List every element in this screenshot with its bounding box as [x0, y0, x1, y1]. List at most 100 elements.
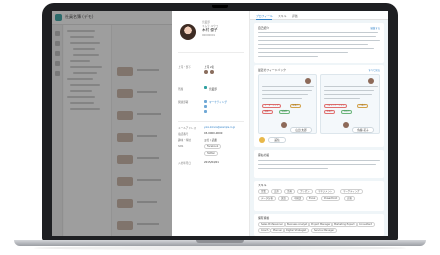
feedback-title: 最近のフィードバック	[258, 68, 286, 72]
field-label-joined: 入社年月日	[178, 162, 191, 165]
field-label-dept: 所属	[178, 88, 184, 91]
text-line	[258, 48, 374, 50]
modal-overlay[interactable]	[52, 11, 172, 236]
laptop-screen: 社員名簿 (デモ) 営業部 キムラ ユウコ 木村 優子 00000001 上司・…	[52, 11, 388, 236]
skill-tag[interactable]: 広報	[344, 196, 355, 201]
feedback-section: 最近のフィードバック すべて見る リーダーシップ 提案力 傾聴力 協調性 山田	[254, 65, 384, 147]
text-line	[258, 56, 318, 58]
feedback-user-avatar	[281, 122, 287, 128]
feedback-card[interactable]: リーダーシップ 提案力 傾聴力 協調性 山田 太郎	[258, 74, 317, 134]
text-line	[258, 36, 376, 38]
intro-title: 自己紹介	[258, 26, 270, 30]
feedback-chip: 分析力	[341, 110, 353, 114]
qualification-tag[interactable]: Marketing Expert	[331, 222, 358, 227]
skill-tag[interactable]: 交渉	[271, 189, 282, 194]
intro-edit-link[interactable]: 編集する	[370, 26, 380, 30]
qualification-tag[interactable]: Digital Strategist	[283, 228, 310, 233]
profile-employee-no: 00000001	[202, 34, 216, 37]
department-icon	[204, 86, 207, 89]
text-line	[324, 98, 360, 100]
facebook-button[interactable]: Facebook	[204, 144, 222, 149]
text-line	[324, 94, 372, 96]
skills-title: スキル	[258, 183, 267, 187]
feedback-user-avatar	[343, 122, 349, 128]
skill-tag[interactable]: データ分析	[258, 196, 276, 201]
active-tab-indicator	[256, 19, 272, 20]
feedback-chip: コミュニケーション	[324, 104, 347, 108]
camera-notch	[212, 5, 228, 8]
text-line	[258, 44, 368, 46]
divider	[178, 52, 244, 53]
skill-tag[interactable]: 中国語	[291, 196, 305, 201]
intro-section: 自己紹介 編集する	[254, 23, 384, 63]
feedback-card[interactable]: コミュニケーション 行動力 企画力 分析力 佐藤 花子	[320, 74, 380, 134]
feedback-user-name: 山田 太郎	[290, 127, 312, 133]
field-label-sns: SNS	[178, 145, 184, 148]
field-value-dept: 営業部	[209, 88, 217, 91]
feedback-see-all-link[interactable]: すべて見る	[368, 68, 380, 72]
text-line	[258, 160, 380, 162]
qualification-tag[interactable]: Consultant	[356, 222, 375, 227]
detail-tabs: プロフィール スキル 評価	[250, 11, 388, 20]
field-value-boss: 上司 2名	[204, 66, 215, 69]
qualification-tag[interactable]: Business Analyst	[284, 222, 311, 227]
text-line	[258, 168, 328, 170]
profile-panel: 営業部 キムラ ユウコ 木村 優子 00000001 上司・部下 上司 2名 所…	[172, 11, 250, 236]
tab-profile[interactable]: プロフィール	[256, 14, 273, 18]
field-label-phone: 電話番号	[178, 133, 189, 136]
tab-skill[interactable]: スキル	[278, 14, 286, 18]
reply-button[interactable]: 返信	[268, 137, 286, 143]
field-value-hobby: ヨガ / 読書	[204, 139, 217, 142]
qualification-tag[interactable]: Sales Professional	[258, 222, 286, 227]
skill-tag[interactable]: マネジメント	[315, 189, 336, 194]
text-line	[262, 86, 314, 88]
feedback-author-avatar	[305, 78, 311, 84]
motto-title: 座右の銘	[258, 153, 270, 157]
profile-avatar	[180, 24, 196, 40]
field-label-boss: 上司・部下	[178, 66, 191, 69]
laptop-base-notch	[196, 240, 244, 243]
field-label-email: メールアドレス	[178, 127, 197, 130]
field-label-hobby: 趣味・特技	[178, 139, 191, 142]
qualification-tag[interactable]: Project Manager	[308, 222, 334, 227]
boss-avatar[interactable]	[204, 70, 208, 74]
tab-evaluation[interactable]: 評価	[292, 14, 298, 18]
field-value-related[interactable]: マーケティング	[209, 100, 227, 104]
skill-tag[interactable]: 営業	[258, 189, 269, 194]
field-value-joined: 2015/04/01	[204, 161, 219, 164]
laptop-shadow	[34, 246, 406, 250]
field-label-related: 関連部署	[178, 101, 189, 104]
skill-tag[interactable]: PowerPoint	[321, 196, 341, 201]
text-line	[262, 94, 308, 96]
text-line	[258, 164, 376, 166]
qualifications-title: 保有資格	[258, 216, 270, 220]
feedback-author-avatar	[368, 78, 374, 84]
feedback-chip: 企画力	[324, 110, 336, 114]
link-icon	[204, 105, 207, 108]
feedback-chip: 提案力	[290, 104, 302, 108]
link-icon	[204, 100, 207, 103]
detail-panel: プロフィール スキル 評価 自己紹介 編集する 最近のフィードバック すべて見る…	[250, 11, 388, 236]
divider	[178, 121, 244, 122]
reply-avatar	[259, 137, 265, 143]
field-value-phone: 03-0000-0000	[204, 132, 223, 135]
qualifications-section: 保有資格 Sales Professional Business Analyst…	[254, 214, 384, 236]
feedback-chip: 行動力	[357, 104, 369, 108]
boss-avatar[interactable]	[210, 70, 214, 74]
skills-section: スキル 営業 交渉 企画 プレゼン マネジメント マーケティング データ分析 英…	[254, 181, 384, 211]
text-line	[258, 52, 348, 54]
skill-tag[interactable]: 企画	[284, 189, 295, 194]
twitter-button[interactable]: Twitter	[204, 151, 219, 156]
text-line	[324, 90, 374, 92]
skill-tag[interactable]: プレゼン	[297, 189, 313, 194]
text-line	[262, 90, 312, 92]
skill-tag[interactable]: Excel	[306, 196, 319, 201]
feedback-chip: 協調性	[279, 110, 291, 114]
skill-tag[interactable]: 英語	[278, 196, 289, 201]
motto-section: 座右の銘	[254, 150, 384, 178]
skill-tag[interactable]: マーケティング	[340, 189, 363, 194]
link-icon	[204, 110, 207, 113]
qualification-tag[interactable]: Service Manager	[311, 228, 338, 233]
text-line	[258, 32, 378, 34]
field-value-email[interactable]: yuko.kimura@example.co.jp	[204, 126, 235, 129]
